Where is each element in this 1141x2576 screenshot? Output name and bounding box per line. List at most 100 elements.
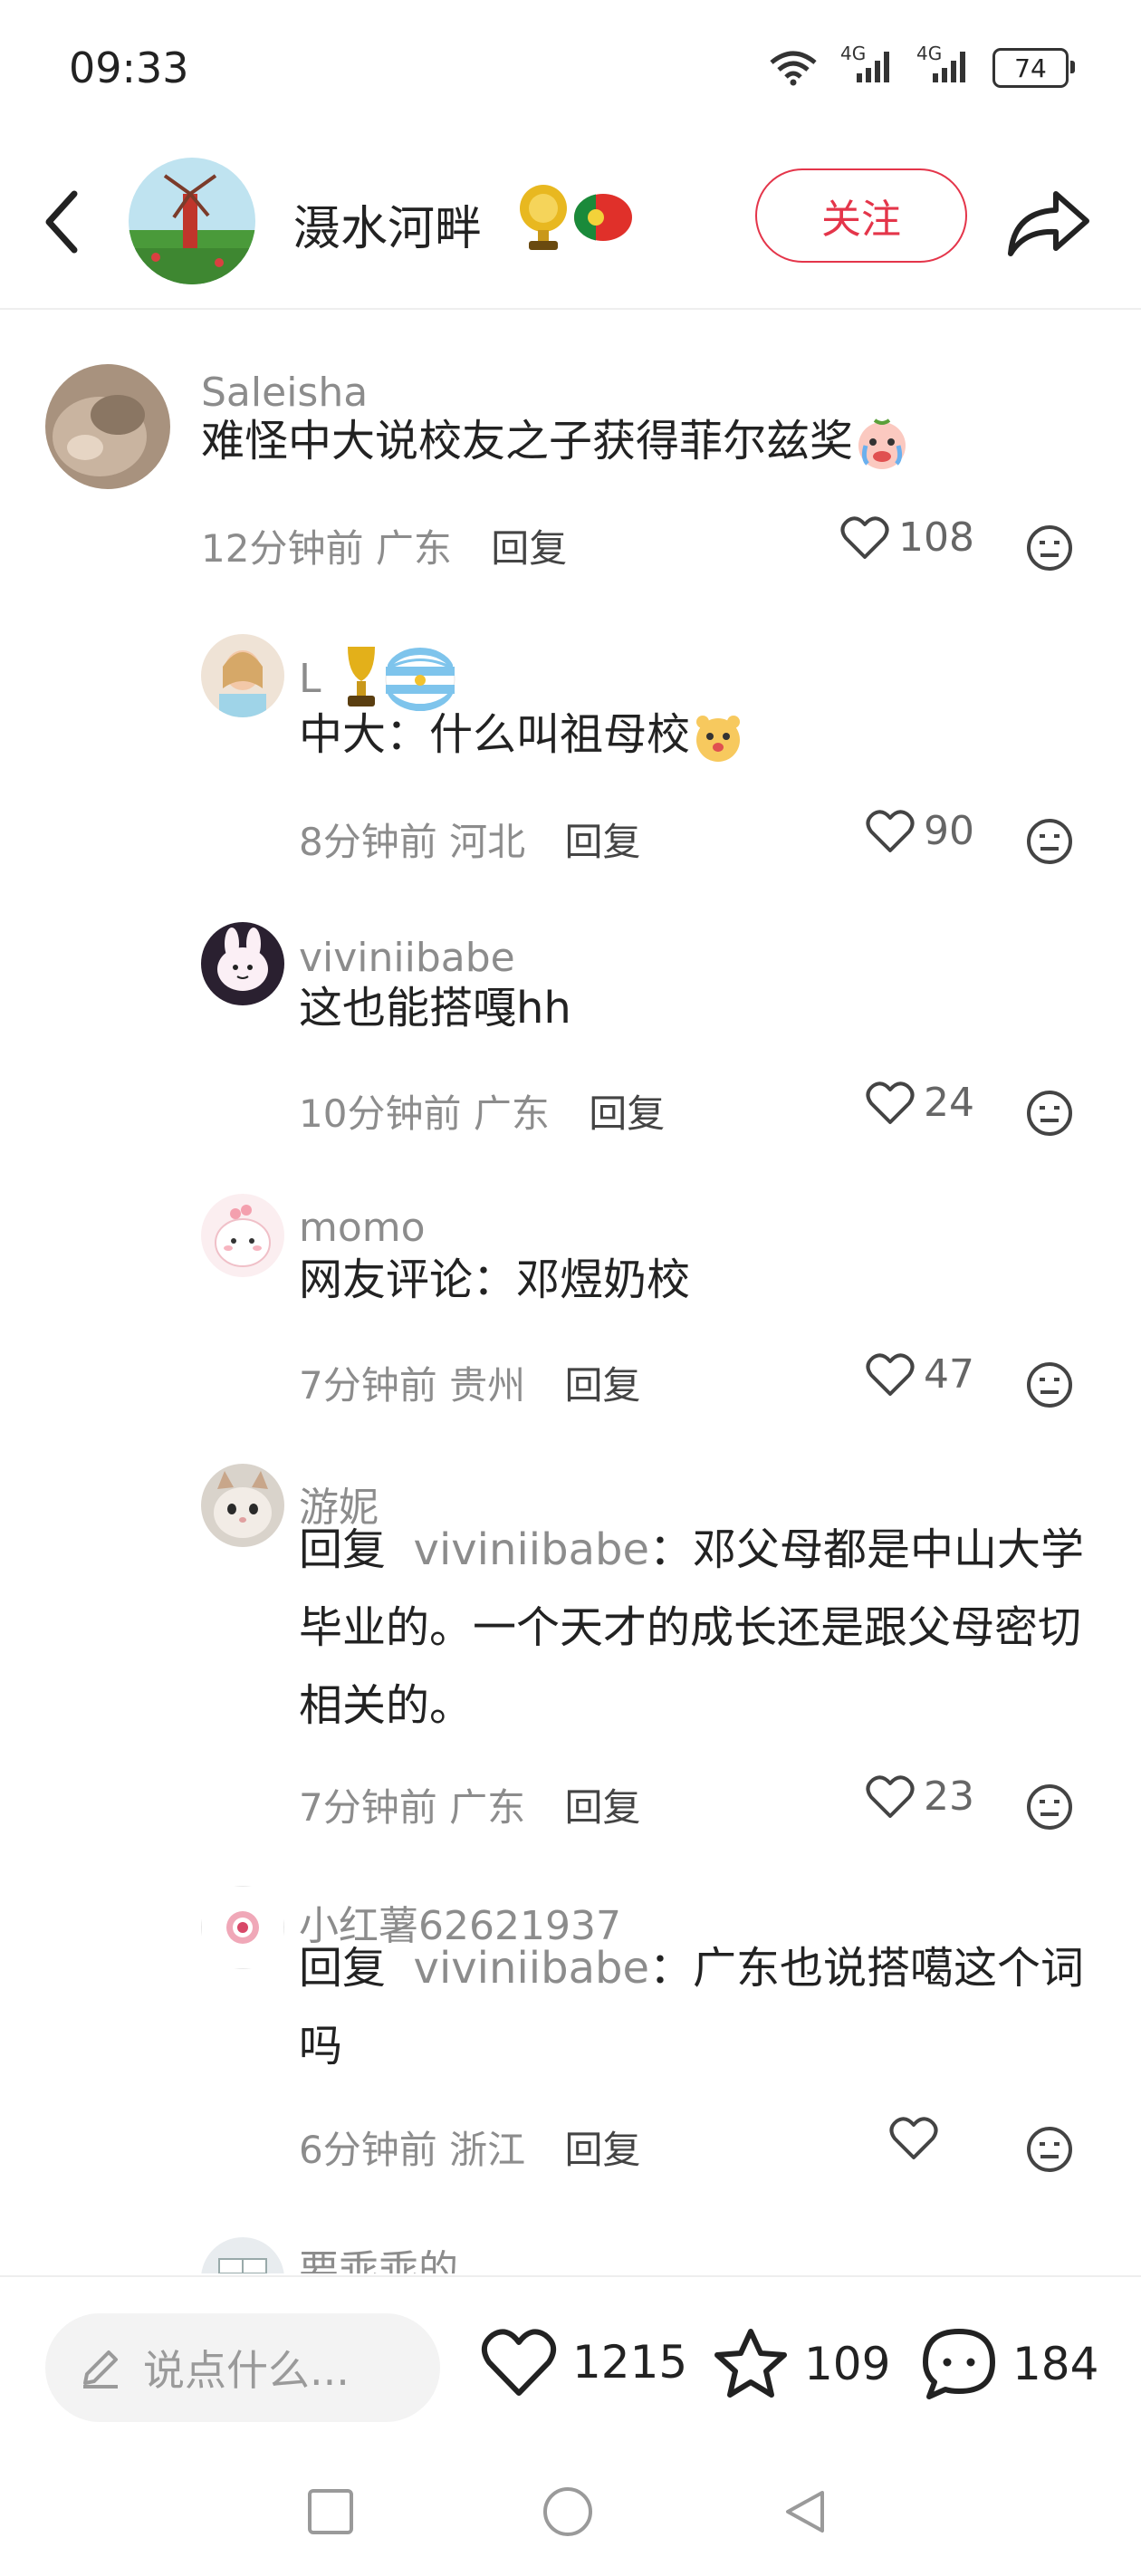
author-name[interactable]: 滠水河畔 [293,190,482,258]
reply-prefix: 回复 [299,1524,387,1575]
reply-item: momo 网友评论：邓煜奶校 7分钟前 贵州 回复 47 [0,1177,1141,1440]
back-arrow-icon[interactable] [36,181,91,263]
reply-button[interactable]: 回复 [564,2128,640,2172]
comment-text: 回复 viviniibabe：广东也说搭噶这个词吗 [299,1943,1085,2071]
star-icon [714,2329,787,2398]
reply-target-user[interactable]: viviniibabe [414,1524,649,1575]
comments-button[interactable]: 184 [920,2326,1098,2402]
heart-icon [866,1774,915,1818]
reply-button[interactable]: 回复 [564,1785,640,1830]
like-post-button[interactable]: 1215 [480,2326,687,2398]
username[interactable]: 要乖乖的 [299,2237,458,2273]
comment-location: 广东 [449,1785,526,1830]
like-button[interactable]: 108 [840,514,974,561]
share-icon[interactable] [1003,181,1094,263]
collect-button[interactable]: 109 [712,2326,890,2402]
heart-icon [866,809,915,852]
recent-apps-icon[interactable] [306,2487,355,2536]
heart-icon [866,1352,915,1396]
comment-input[interactable]: 说点什么... [45,2313,440,2422]
comment-text: 难怪中大说校友之子获得菲尔兹奖 [201,402,1107,480]
top-bar: 滠水河畔 关注 [0,145,1141,310]
cell-signal-2-icon: 4G [916,43,971,89]
reply-button[interactable]: 回复 [589,1091,665,1136]
pencil-icon [83,2350,118,2389]
like-count: 23 [924,1773,974,1820]
comment-list[interactable]: Saleisha 难怪中大说校友之子获得菲尔兹奖 12分钟前 广东 回复 108… [0,308,1141,2273]
reply-button[interactable]: 回复 [491,526,567,571]
cell-signal-1-icon: 4G [840,43,895,89]
reply-item: L 中大：什么叫祖母校 8分钟前 河北 回复 90 [0,616,1141,864]
like-count: 24 [924,1080,974,1126]
comment-location: 广东 [473,1091,550,1136]
comment-time: 10分钟前 [299,1091,462,1136]
like-button[interactable] [889,2116,947,2161]
author-avatar[interactable] [129,158,255,284]
dislike-face-icon[interactable] [1025,1089,1074,1138]
trophy-badge-icon [520,185,567,250]
reply-button[interactable]: 回复 [564,1363,640,1408]
comment-time: 6分钟前 [299,2128,437,2172]
battery-level: 74 [1014,53,1047,83]
reply-item: viviniibabe 这也能搭嘎hh 10分钟前 广东 回复 24 [0,906,1141,1168]
avatar[interactable] [201,922,284,1005]
comment-count: 184 [1012,2338,1099,2390]
like-count: 108 [898,514,974,561]
reply-item: 小红薯62621937 回复 viviniibabe：广东也说搭噶这个词吗 6分… [0,1870,1141,2214]
avatar[interactable] [201,1886,284,1969]
comment-input-placeholder: 说点什么... [143,2346,350,2395]
avatar[interactable] [201,2237,284,2273]
comment-location: 河北 [449,820,526,864]
dislike-face-icon[interactable] [1025,1360,1074,1409]
bottom-action-bar: 说点什么... 1215 109 184 [0,2275,1141,2453]
comment-location: 贵州 [449,1363,526,1408]
reply-item: 游妮 回复 viviniibabe：邓父母都是中山大学毕业的。一个天才的成长还是… [0,1447,1141,1864]
portugal-flag-icon [573,194,632,241]
battery-icon: 74 [992,48,1075,88]
avatar[interactable] [201,1464,284,1547]
status-bar: 09:33 4G 4G 74 [0,0,1141,136]
avatar[interactable] [201,634,284,717]
comment-item: Saleisha 难怪中大说校友之子获得菲尔兹奖 12分钟前 广东 回复 108 [0,308,1141,580]
comment-time: 7分钟前 [299,1363,437,1408]
avatar[interactable] [45,364,170,489]
chat-bubble-icon [923,2329,995,2399]
like-count: 47 [924,1351,974,1398]
comment-text: 中大：什么叫祖母校 [299,696,1114,774]
comment-location: 广东 [375,526,452,571]
like-button[interactable]: 47 [866,1351,974,1398]
comment-text: 网友评论：邓煜奶校 [299,1254,691,1305]
comment-time: 12分钟前 [201,526,364,571]
system-nav-bar [0,2451,1141,2576]
follow-button[interactable]: 关注 [755,168,967,263]
heart-icon [889,2117,938,2159]
wifi-icon [770,51,817,86]
reply-button[interactable]: 回复 [564,820,640,864]
like-count: 90 [924,808,974,854]
dislike-face-icon[interactable] [1025,817,1074,866]
back-nav-icon[interactable] [781,2487,829,2536]
like-button[interactable]: 24 [866,1080,974,1126]
like-button[interactable]: 23 [866,1773,974,1820]
comment-location: 浙江 [449,2128,526,2172]
reply-target-user[interactable]: viviniibabe [414,1943,649,1994]
comment-text: 这也能搭嘎hh [299,983,571,1033]
collect-count: 109 [804,2338,891,2390]
dislike-face-icon[interactable] [1025,2125,1074,2174]
comment-time: 8分钟前 [299,820,437,864]
post-like-count: 1215 [572,2336,688,2389]
hamster-emoji-icon [696,716,741,762]
comment-time: 7分钟前 [299,1785,437,1830]
status-time: 09:33 [69,43,189,92]
home-icon[interactable] [542,2485,594,2538]
reply-prefix: 回复 [299,1943,387,1994]
dislike-face-icon[interactable] [1025,1783,1074,1831]
comment-text: 回复 viviniibabe：邓父母都是中山大学毕业的。一个天才的成长还是跟父母… [299,1524,1085,1731]
heart-icon [866,1081,915,1124]
like-button[interactable]: 90 [866,808,974,854]
reply-item: 要乖乖的 [0,2228,1141,2273]
heart-icon [481,2329,557,2396]
heart-icon [840,515,889,559]
dislike-face-icon[interactable] [1025,524,1074,572]
avatar[interactable] [201,1194,284,1277]
